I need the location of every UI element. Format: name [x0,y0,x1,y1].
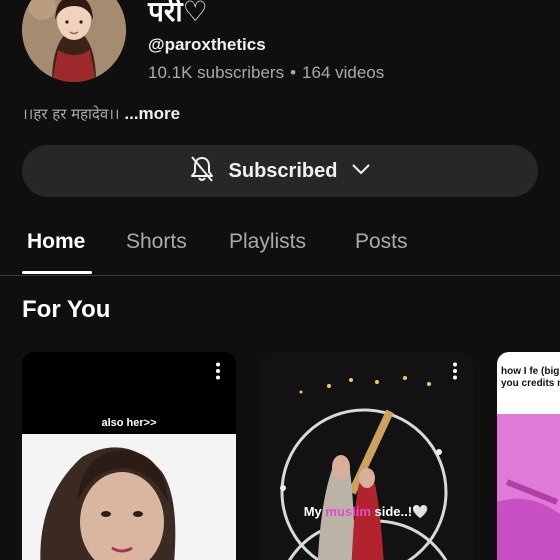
subscriber-count: 10.1K subscribers [148,63,285,82]
short-caption: how I fe (big you credits n [501,366,560,389]
channel-description[interactable]: ।।हर हर महादेव।। ...more [22,104,180,124]
caption-part: My [303,504,326,519]
subscribed-button[interactable]: Subscribed [22,145,538,197]
active-tab-indicator [22,271,92,274]
short-card[interactable]: My muslim side..!🤍 [259,352,473,560]
tab-posts[interactable]: Posts [355,230,408,254]
short-card[interactable]: how I fe (big you credits n [497,352,560,560]
more-link[interactable]: ...more [124,104,180,123]
tab-shorts[interactable]: Shorts [126,230,187,254]
short-card[interactable]: also her>> [22,352,236,560]
caption-highlight: muslim [325,504,371,519]
channel-name: परी♡ [148,0,208,28]
more-options-icon[interactable] [449,362,461,380]
subscribed-label: Subscribed [228,159,338,182]
short-caption: My muslim side..!🤍 [259,504,473,520]
more-options-icon[interactable] [212,362,224,380]
channel-handle: @paroxthetics [148,35,266,54]
video-count: 164 videos [302,63,385,82]
stats-separator: • [290,63,297,82]
section-title: For You [22,296,111,323]
caption-part: side..!🤍 [370,504,429,519]
short-caption: also her>> [101,417,157,429]
bell-off-icon [189,155,215,188]
channel-stats: 10.1K subscribers • 164 videos [148,63,384,83]
chevron-down-icon [351,162,371,180]
description-text: ।।हर हर महादेव।। [22,105,120,123]
tab-home[interactable]: Home [27,230,85,254]
channel-tabs: Home Shorts Playlists Posts [0,222,560,276]
channel-avatar[interactable] [22,0,126,82]
tab-playlists[interactable]: Playlists [229,230,306,254]
